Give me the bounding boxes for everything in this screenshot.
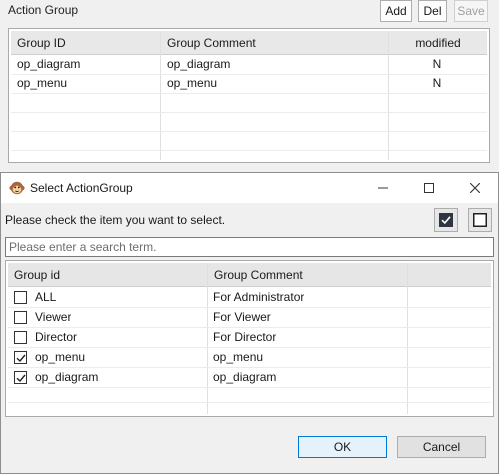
cell-group-id: op_diagram (17, 57, 81, 71)
select-actiongroup-dialog: Select ActionGroup Please check the item… (0, 172, 499, 474)
minimize-icon (378, 187, 388, 189)
row-line (11, 112, 487, 113)
check-all-button[interactable] (434, 208, 458, 232)
ok-button[interactable]: OK (298, 436, 387, 458)
delete-button[interactable]: Del (418, 0, 447, 22)
table-header: Group id Group Comment (8, 263, 491, 287)
row-line (8, 387, 491, 388)
row-checkbox[interactable] (14, 291, 27, 304)
uncheck-all-button[interactable] (468, 208, 492, 232)
minimize-button[interactable] (360, 173, 406, 203)
cell-group-id: op_diagram (35, 370, 99, 384)
column-header-group-id[interactable]: Group id (14, 265, 60, 285)
column-header-group-comment[interactable]: Group Comment (214, 265, 303, 285)
cell-group-comment: op_menu (213, 350, 264, 364)
cell-modified: N (432, 76, 442, 90)
cell-group-comment: For Administrator (213, 290, 305, 304)
maximize-button[interactable] (406, 173, 452, 203)
cell-group-id: Viewer (35, 310, 72, 324)
dialog-title: Select ActionGroup (30, 181, 133, 195)
instruction-text: Please check the item you want to select… (5, 213, 226, 227)
column-divider (160, 31, 161, 160)
column-header-group-id[interactable]: Group ID (17, 33, 66, 53)
save-button[interactable]: Save (454, 0, 488, 22)
actiongroup-table: Group id Group Comment ALL For Administr… (5, 260, 494, 417)
check-all-icon (439, 213, 453, 227)
column-header-modified[interactable]: modified (391, 33, 485, 53)
cell-group-comment: For Director (213, 330, 277, 344)
row-checkbox[interactable] (14, 311, 27, 324)
close-button[interactable] (452, 173, 498, 203)
row-checkbox-checked[interactable] (14, 351, 27, 364)
maximize-icon (424, 183, 434, 193)
cell-group-id: ALL (35, 290, 57, 304)
monkey-app-icon (9, 180, 25, 196)
cell-group-comment: For Viewer (213, 310, 271, 324)
cell-group-id: op_menu (35, 350, 86, 364)
column-header-group-comment[interactable]: Group Comment (167, 33, 256, 53)
cancel-button[interactable]: Cancel (397, 436, 486, 458)
cell-group-comment: op_diagram (167, 57, 231, 71)
cell-modified: N (432, 57, 442, 71)
search-input[interactable] (5, 237, 494, 257)
cell-group-id: op_menu (17, 76, 68, 90)
cell-group-id: Director (35, 330, 78, 344)
row-line (8, 402, 491, 403)
cell-group-comment: op_diagram (213, 370, 277, 384)
row-line (11, 150, 487, 151)
checkmark-icon (16, 374, 26, 383)
row-checkbox[interactable] (14, 331, 27, 344)
table-header: Group ID Group Comment modified (11, 31, 487, 55)
add-button[interactable]: Add (380, 0, 412, 22)
cell-group-comment: op_menu (167, 76, 218, 90)
uncheck-all-icon (473, 213, 487, 227)
checkmark-icon (16, 354, 26, 363)
close-icon (470, 183, 480, 193)
column-divider (407, 263, 408, 414)
action-group-table: Group ID Group Comment modified op_diagr… (8, 28, 490, 163)
panel-title: Action Group (8, 3, 79, 17)
column-divider (207, 263, 208, 414)
row-line (11, 93, 487, 94)
dialog-titlebar[interactable]: Select ActionGroup (1, 173, 498, 203)
column-divider (388, 31, 389, 160)
row-line (11, 131, 487, 132)
row-checkbox-checked[interactable] (14, 371, 27, 384)
